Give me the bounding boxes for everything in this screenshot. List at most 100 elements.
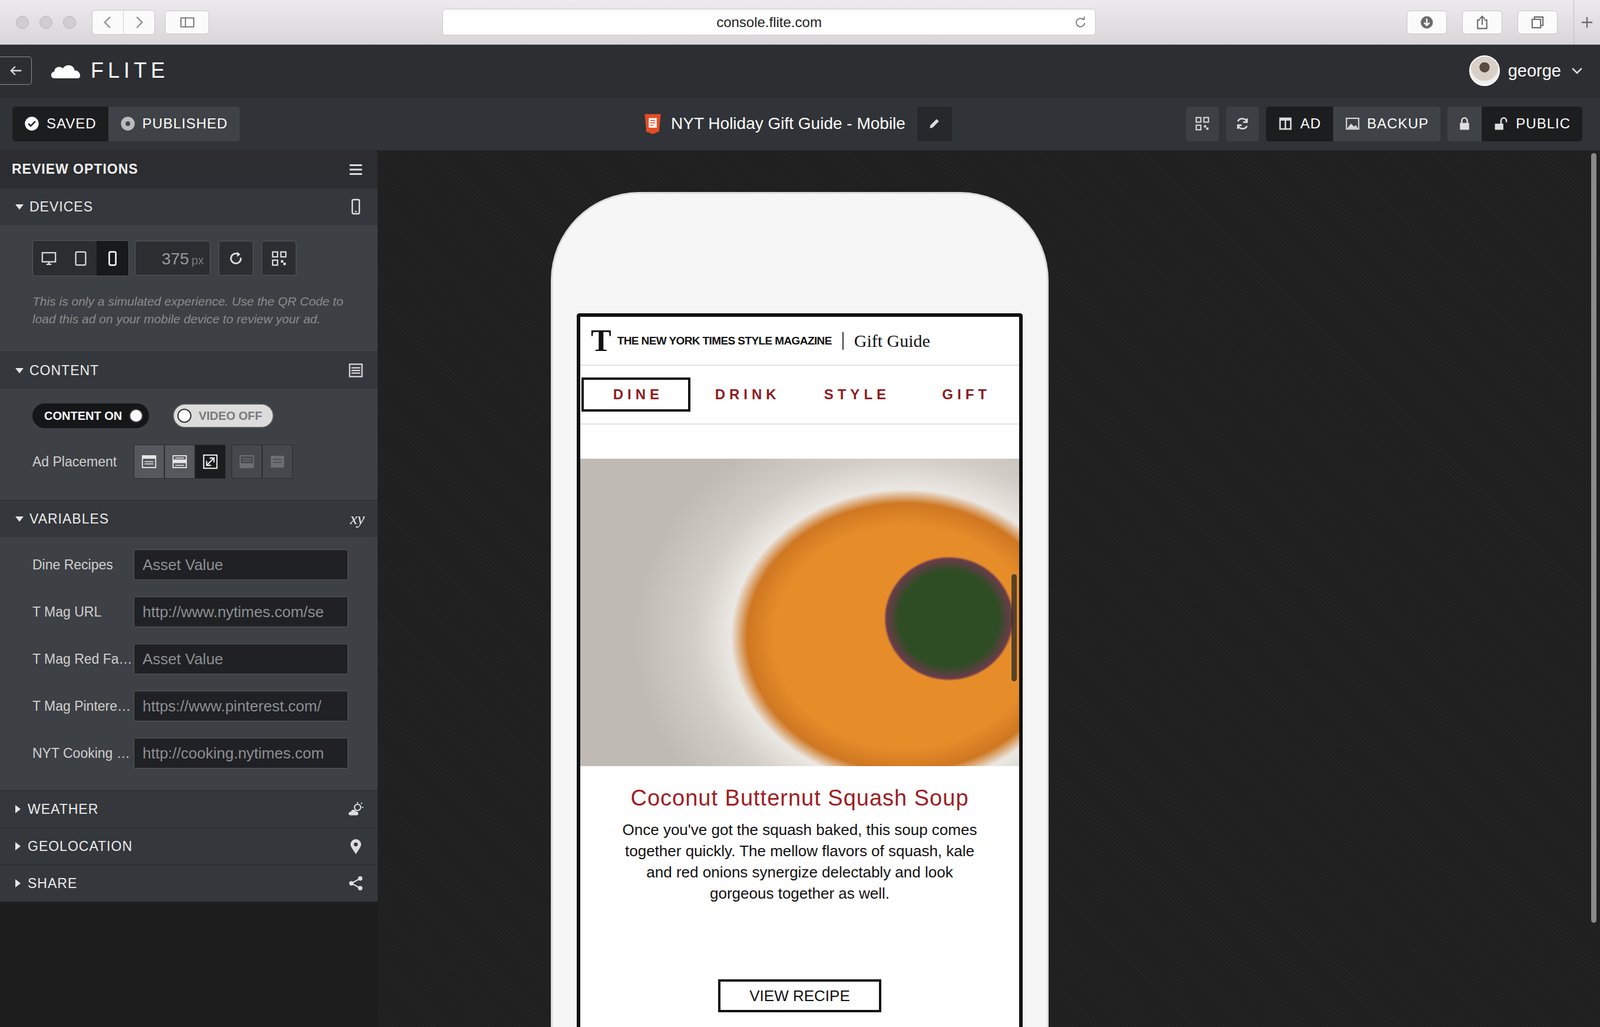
new-tab-button[interactable] [1573,0,1600,45]
nav-tab[interactable]: GIFT [910,377,1020,412]
variable-input[interactable] [133,549,349,581]
section-header[interactable]: VARIABLESxy [0,500,378,538]
user-menu[interactable]: george [1469,55,1585,87]
sidebar-button[interactable] [164,10,210,35]
share-button[interactable] [1462,10,1503,35]
variable-row: NYT Cooking … [32,738,362,769]
view-recipe-button[interactable]: VIEW RECIPE [718,979,882,1013]
variable-label: T Mag Pintere… [32,698,134,715]
section-header[interactable]: SHARE [0,865,378,902]
section-header[interactable]: GEOLOCATION [0,828,378,865]
downloads-button[interactable] [1406,10,1447,35]
variable-input[interactable] [133,738,349,769]
placement-expand-icon [201,453,220,471]
section-title: GEOLOCATION [27,838,347,855]
scroll-indicator [1011,574,1017,682]
placement-button[interactable] [164,444,195,479]
broadcast-icon [120,116,136,132]
desktop-icon [40,250,58,267]
forward-button[interactable] [123,10,155,35]
section-title: VARIABLES [29,511,350,528]
rename-button[interactable] [917,106,952,142]
qr-code-button[interactable] [261,240,297,276]
tabs-icon [1529,14,1546,31]
title-text: NYT Holiday Gift Guide - Mobile [670,114,906,134]
variable-input[interactable] [133,691,349,722]
device-button[interactable] [96,240,129,276]
preview-canvas: TTHE NEW YORK TIMES STYLE MAGAZINEGift G… [377,150,1600,1027]
expand-icon [15,842,21,851]
download-icon [1419,14,1435,31]
phone-icon [346,197,365,216]
variable-input[interactable] [133,643,349,675]
access-button[interactable] [1447,106,1482,142]
status-button[interactable]: PUBLISHED [108,106,240,142]
window-control-icon[interactable] [15,15,29,29]
nav-tab[interactable]: STYLE [800,377,910,412]
placement-button[interactable] [194,444,226,479]
content-icon [346,361,365,380]
user-name: george [1508,61,1562,81]
address-bar[interactable]: console.flite.com [442,8,1096,36]
lock-icon [1456,116,1473,132]
toggle-switch[interactable]: VIDEO OFF [172,403,274,429]
device-group [32,240,130,277]
back-button[interactable] [0,56,32,85]
window-controls [15,15,76,29]
browser-toolbar: console.flite.com [0,0,1600,45]
variable-row: Dine Recipes [32,549,362,581]
nav-tab[interactable]: DRINK [691,377,800,412]
panel-section: DEVICES 375pxThis is only a simulated exp… [0,187,378,352]
variable-label: T Mag Red Fa… [32,651,134,668]
section-title: DEVICES [29,199,347,216]
section-header[interactable]: WEATHER [0,791,378,828]
placement-top-icon [140,453,158,471]
page-scrollbar[interactable] [1591,153,1597,924]
weather-icon [346,800,365,819]
phone-icon [104,250,121,267]
section-title: CONTENT [29,362,347,379]
status-button[interactable]: SAVED [12,106,109,142]
section-header[interactable]: DEVICES [0,188,378,226]
panel-section: GEOLOCATION [0,827,378,865]
device-button[interactable] [32,240,65,276]
reload-icon[interactable] [1073,15,1087,29]
location-pin-icon [346,837,365,856]
refresh-button[interactable] [1225,106,1259,142]
nav-tab[interactable]: DINE [581,377,691,412]
variable-input[interactable] [133,596,349,628]
collapse-icon [15,368,24,374]
chevron-left-icon [100,14,116,31]
access-button[interactable]: PUBLIC [1481,106,1583,142]
placement-full-icon [268,453,287,471]
panel-section: VARIABLESxy Dine Recipes T Mag URL T Mag Re… [0,500,378,791]
qr-code-button[interactable] [1185,106,1219,142]
device-button[interactable] [64,240,97,276]
logo[interactable]: FLITE [49,58,170,84]
section-header[interactable]: CONTENT [0,352,378,389]
app-header: FLITE george [0,44,1600,98]
variable-row: T Mag Pintere… [32,691,362,722]
placement-button[interactable] [133,444,165,479]
view-button[interactable]: AD [1265,106,1333,142]
check-circle-icon [24,116,40,132]
back-button[interactable] [92,10,124,35]
rotate-button[interactable] [218,240,254,276]
toggle-switch[interactable]: CONTENT ON [32,403,150,429]
recipe-photo [580,458,1020,767]
window-control-icon[interactable] [63,15,76,29]
access-group: PUBLIC [1447,106,1583,142]
view-button[interactable]: BACKUP [1333,106,1441,142]
tabs-button[interactable] [1517,10,1558,35]
toggle-knob [129,408,144,423]
width-input[interactable]: 375px [134,240,211,276]
variable-label: T Mag URL [32,604,134,621]
width-value: 375 [161,249,190,269]
layout-icon [1277,116,1294,132]
variables-body: Dine Recipes T Mag URL T Mag Red Fa… T Mag … [0,537,378,791]
placement-button [231,444,263,479]
window-control-icon[interactable] [39,15,53,29]
menu-icon[interactable] [346,160,365,179]
recipe-title: Coconut Butternut Squash Soup [580,785,1020,812]
devices-body: 375pxThis is only a simulated experience… [0,225,378,352]
